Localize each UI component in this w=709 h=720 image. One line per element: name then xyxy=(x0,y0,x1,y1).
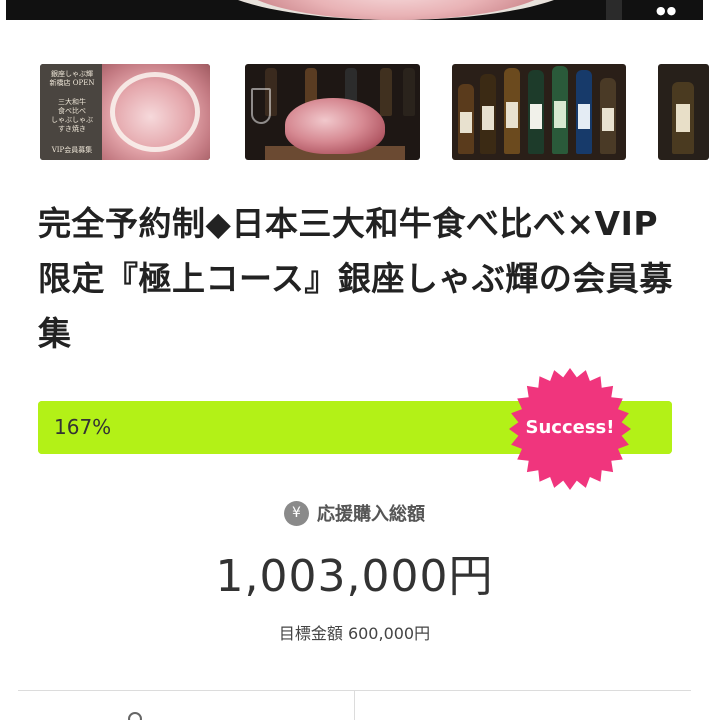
wine-glass-shape xyxy=(251,88,271,124)
amount-label: 応援購入総額 xyxy=(317,504,425,525)
bottle-shape xyxy=(403,68,415,116)
wagyu-block-shape xyxy=(285,98,385,154)
total-amount: 1,003,000円 xyxy=(215,551,494,602)
thumb-text-panel: 銀座しゃぶ輝 新橋店 OPEN 三大和牛 食べ比べ しゃぶしゃぶ すき焼き VI… xyxy=(40,64,102,160)
thumb-text-line: 三大和牛 xyxy=(58,98,86,106)
yen-icon: ¥ xyxy=(284,500,309,526)
thumb-text-line: 食べ比べ xyxy=(58,107,86,115)
success-badge-label: Success! xyxy=(525,417,615,438)
thumb-text-line: 新橋店 OPEN xyxy=(49,79,95,87)
hero-photo: ●● xyxy=(6,0,703,20)
bottle-shape xyxy=(528,70,544,154)
bottle-shape xyxy=(600,78,616,154)
bottle-shape xyxy=(458,84,474,154)
bottle-shape xyxy=(504,68,520,154)
hero-image[interactable]: ●● xyxy=(0,0,709,20)
divider xyxy=(354,691,355,720)
thumb-text-line: すき焼き xyxy=(58,125,86,133)
plate-rim xyxy=(110,72,200,152)
thumb-text-line: VIP会員募集 xyxy=(51,146,93,154)
project-title: 完全予約制◆日本三大和牛食べ比べ×VIP限定『極上コース』銀座しゃぶ輝の会員募集 xyxy=(38,204,673,353)
bottle-shape xyxy=(480,74,496,154)
bottle-shape xyxy=(380,68,392,116)
bottle-shape xyxy=(606,0,622,20)
thumb-text-line: 銀座しゃぶ輝 xyxy=(51,70,93,78)
thumb-text-line: しゃぶしゃぶ xyxy=(51,116,93,124)
bottle-shape xyxy=(552,66,568,154)
circle-icon[interactable] xyxy=(128,712,142,720)
success-badge: Success! xyxy=(508,367,632,491)
thumb-sake-bottle[interactable] xyxy=(658,64,709,160)
thumb-sake-bottles[interactable] xyxy=(452,64,626,160)
carousel-dots[interactable]: ●● xyxy=(656,4,677,17)
goal-amount: 目標金額 600,000円 xyxy=(278,624,431,643)
bottle-label-shape xyxy=(676,104,690,132)
thumb-beef-block[interactable] xyxy=(245,64,420,160)
amount-label-row: ¥ 応援購入総額 xyxy=(0,500,709,526)
thumb-shop-open[interactable]: 銀座しゃぶ輝 新橋店 OPEN 三大和牛 食べ比べ しゃぶしゃぶ すき焼き VI… xyxy=(40,64,210,160)
progress-percent: 167% xyxy=(54,415,112,439)
bottle-shape xyxy=(576,70,592,154)
thumbnail-strip: 銀座しゃぶ輝 新橋店 OPEN 三大和牛 食べ比べ しゃぶしゃぶ すき焼き VI… xyxy=(0,60,709,164)
